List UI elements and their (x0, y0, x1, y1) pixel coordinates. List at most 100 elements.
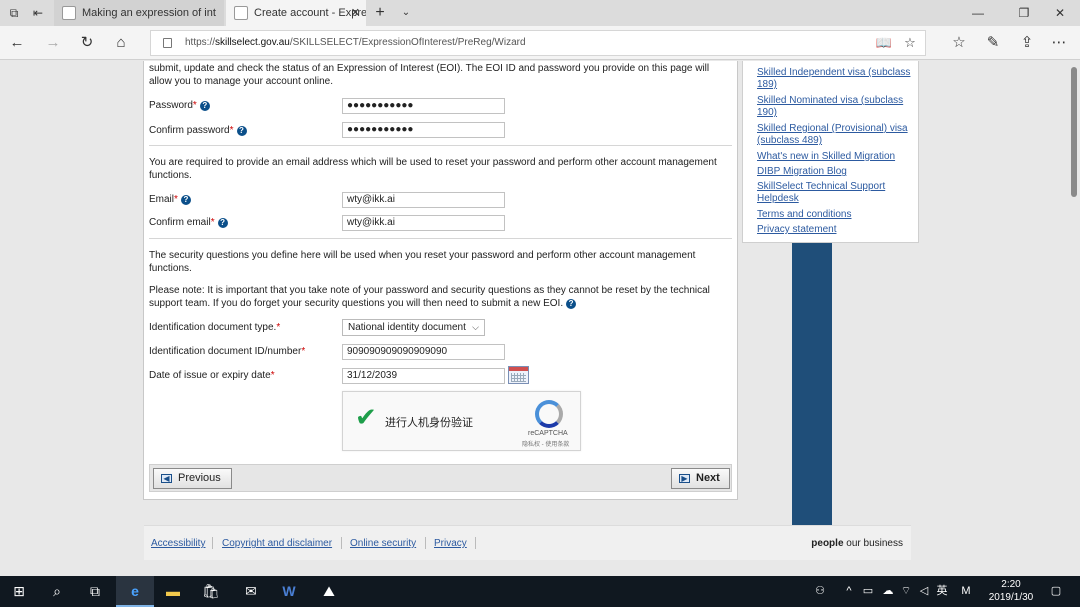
help-icon[interactable]: ? (217, 218, 228, 228)
footer-divider (475, 537, 476, 549)
chevron-down-icon: ⌵ (472, 322, 479, 332)
intro-text: submit, update and check the status of a… (149, 63, 710, 87)
confirm-password-label: Confirm password*? (149, 125, 247, 136)
date-label: Date of issue or expiry date* (149, 370, 275, 381)
next-button[interactable]: ▶ Next (671, 468, 730, 489)
create-account-form: submit, update and check the status of a… (143, 61, 738, 500)
address-bar[interactable]: https://skillselect.gov.au/SKILLSELECT/E… (150, 30, 926, 56)
confirm-password-field[interactable]: ●●●●●●●●●●● (342, 122, 505, 138)
footer-link-copyright[interactable]: Copyright and disclaimer (222, 538, 332, 549)
restore-icon[interactable]: ❐ (1004, 0, 1044, 26)
tab-title: Create account - Expres (254, 7, 366, 19)
battery-icon[interactable]: ▭ (858, 576, 878, 607)
link-skilled-nominated[interactable]: Skilled Nominated visa (subclass 190) (757, 95, 912, 119)
ime-icon[interactable]: M (958, 576, 974, 607)
recaptcha-widget[interactable]: ✔ 进行人机身份验证 reCAPTCHA 隐私权 - 使用条款 (342, 391, 581, 451)
help-icon[interactable]: ? (180, 195, 191, 205)
link-support-helpdesk[interactable]: SkillSelect Technical Support Helpdesk (757, 181, 912, 205)
footer-link-privacy[interactable]: Privacy (434, 538, 467, 549)
people-icon[interactable]: ⚇ (808, 576, 832, 607)
word-icon[interactable]: W (270, 576, 308, 607)
footer-slogan: people our business (811, 538, 903, 549)
captcha-terms[interactable]: 隐私权 - 使用条款 (522, 439, 569, 448)
network-icon[interactable]: ⌔ (896, 576, 916, 607)
search-icon[interactable]: ⌕ (38, 576, 76, 607)
mail-icon[interactable]: ✉ (232, 576, 270, 607)
file-explorer-icon[interactable]: ▬ (154, 576, 192, 607)
id-doc-type-select[interactable]: National identity document ⌵ (342, 319, 485, 336)
share-icon[interactable]: ⇪ (1016, 33, 1038, 53)
browser-tab-bar: ⧉ ⇤ Making an expression of int Create a… (0, 0, 1080, 26)
warning-note: Please note: It is important that you ta… (149, 285, 710, 309)
input-mode-icon[interactable]: 英 (932, 576, 952, 607)
close-window-icon[interactable]: ✕ (1040, 0, 1080, 26)
start-windows-icon[interactable]: ⊞ (0, 576, 38, 607)
tab-preview-chevron-icon[interactable]: ⌄ (398, 5, 414, 21)
link-privacy-statement[interactable]: Privacy statement (757, 224, 912, 236)
tab-create-account[interactable]: Create account - Expres ✕ (226, 0, 366, 26)
store-icon[interactable]: 🛍 (192, 576, 230, 607)
id-doc-number-label: Identification document ID/number* (149, 346, 306, 357)
set-tabs-aside-icon[interactable]: ⇤ (30, 5, 46, 21)
divider (149, 145, 732, 146)
photos-icon[interactable]: ⛰ (310, 576, 348, 607)
page-favicon-icon (62, 6, 76, 20)
link-whats-new[interactable]: What's new in Skilled Migration (757, 151, 912, 163)
password-field[interactable]: ●●●●●●●●●●● (342, 98, 505, 114)
link-skilled-independent[interactable]: Skilled Independent visa (subclass 189) (757, 67, 912, 91)
system-clock[interactable]: 2:20 2019/1/30 (986, 578, 1036, 604)
checkmark-icon: ✔ (355, 402, 377, 432)
close-tab-icon[interactable]: ✕ (351, 0, 360, 26)
tab-overview-icon[interactable]: ⧉ (6, 5, 22, 21)
back-arrow-icon[interactable]: ← (6, 33, 28, 53)
help-icon[interactable]: ? (566, 299, 577, 309)
help-icon[interactable]: ? (236, 126, 247, 136)
page-scrollbar[interactable] (1068, 61, 1080, 576)
forward-arrow-icon[interactable]: → (42, 33, 64, 53)
home-icon[interactable]: ⌂ (110, 33, 132, 53)
scrollbar-thumb[interactable] (1071, 67, 1077, 197)
link-dibp-blog[interactable]: DIBP Migration Blog (757, 166, 912, 178)
captcha-brand: reCAPTCHA (528, 430, 568, 437)
refresh-icon[interactable]: ↻ (76, 33, 98, 53)
link-terms[interactable]: Terms and conditions (757, 209, 912, 221)
volume-icon[interactable]: ◁ (914, 576, 934, 607)
page-favicon-icon (234, 6, 248, 20)
id-doc-number-field[interactable]: 909090909090909090 (342, 344, 505, 360)
email-field[interactable]: wty@ikk.ai (342, 192, 505, 208)
page-footer: Accessibility Copyright and disclaimer O… (144, 525, 911, 560)
footer-divider (212, 537, 213, 549)
tab-title: Making an expression of int (82, 7, 216, 19)
show-hidden-icons-chevron-icon[interactable]: ^ (840, 576, 858, 607)
footer-link-accessibility[interactable]: Accessibility (151, 538, 205, 549)
date-field[interactable]: 31/12/2039 (342, 368, 505, 384)
security-note: The security questions you define here w… (149, 250, 696, 274)
url-host: skillselect.gov.au (215, 37, 290, 48)
favorites-hub-icon[interactable]: ☆ (948, 33, 970, 53)
task-view-icon[interactable]: ⧉ (76, 576, 114, 607)
help-icon[interactable]: ? (199, 101, 210, 111)
tab-making-expression[interactable]: Making an expression of int (54, 0, 224, 26)
favorite-star-icon[interactable]: ☆ (899, 31, 921, 55)
footer-divider (425, 537, 426, 549)
previous-button[interactable]: ◀ Previous (153, 468, 232, 489)
more-options-icon[interactable]: ⋯ (1048, 33, 1070, 53)
url-prefix: https:// (185, 37, 216, 48)
windows-taskbar: ⊞ ⌕ ⧉ e ▬ 🛍 ✉ W ⛰ ⚇ ^ ▭ ☁ ⌔ ◁ 英 M 2:20 2… (0, 576, 1080, 607)
edge-browser-icon[interactable]: e (116, 576, 154, 607)
reading-view-icon[interactable]: 📖 (873, 31, 895, 55)
link-skilled-regional[interactable]: Skilled Regional (Provisional) visa (sub… (757, 123, 912, 147)
wizard-button-bar: ◀ Previous ▶ Next (149, 464, 732, 492)
calendar-icon[interactable] (508, 366, 529, 384)
minimize-icon[interactable]: — (958, 0, 998, 26)
notifications-icon[interactable]: ▢ (1046, 576, 1066, 607)
divider (149, 238, 732, 239)
confirm-email-field[interactable]: wty@ikk.ai (342, 215, 505, 231)
browser-toolbar: ← → ↻ ⌂ https://skillselect.gov.au/SKILL… (0, 26, 1080, 60)
cloud-icon[interactable]: ☁ (878, 576, 898, 607)
email-label: Email*? (149, 194, 191, 205)
email-note: You are required to provide an email add… (149, 157, 717, 181)
pen-notes-icon[interactable]: ✎ (982, 33, 1004, 53)
new-tab-icon[interactable]: + (372, 5, 388, 21)
footer-link-online-security[interactable]: Online security (350, 538, 416, 549)
